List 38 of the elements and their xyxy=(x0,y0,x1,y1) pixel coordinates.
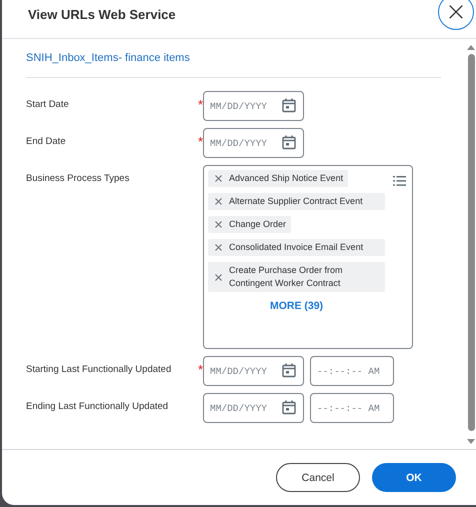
date-field[interactable]: MM/DD/YYYY xyxy=(203,356,304,386)
multiselect-field[interactable]: Advanced Ship Notice Event Alternate Supplier Contract Event Change Order Consolidated Invoice Email Event Create Purchase Order from Contingent Worker Contract MORE (39) xyxy=(203,165,413,349)
field-label: Ending Last Functionally Updated xyxy=(26,401,168,414)
field-label: Business Process Types xyxy=(26,173,130,186)
remove-icon[interactable] xyxy=(215,244,222,251)
required-icon: * xyxy=(198,135,203,158)
close-button[interactable]: × xyxy=(438,0,474,30)
ok-button[interactable]: OK xyxy=(372,463,456,492)
field-label: Starting Last Functionally Updated xyxy=(26,364,172,377)
chip-label: Alternate Supplier Contract Event xyxy=(229,195,363,208)
field-label: Start Date xyxy=(26,99,69,112)
calendar-icon[interactable] xyxy=(282,400,296,415)
remove-icon[interactable] xyxy=(215,198,222,205)
calendar-icon[interactable] xyxy=(282,135,296,150)
date-field[interactable]: MM/DD/YYYY xyxy=(203,128,304,158)
scroll-down-icon[interactable] xyxy=(466,439,476,445)
date-field[interactable]: MM/DD/YYYY xyxy=(203,393,304,423)
scroll-up-icon[interactable] xyxy=(466,44,476,50)
calendar-icon[interactable] xyxy=(282,363,296,378)
chip-label: Advanced Ship Notice Event xyxy=(229,172,344,185)
time-field[interactable]: --:--:-- AM xyxy=(310,356,394,386)
date-field[interactable]: MM/DD/YYYY xyxy=(203,91,304,121)
service-link[interactable]: SNIH_Inbox_Items- finance items xyxy=(26,52,466,64)
cancel-button[interactable]: Cancel xyxy=(276,463,360,492)
required-icon: * xyxy=(198,363,203,386)
time-field[interactable]: --:--:-- AM xyxy=(310,393,394,423)
remove-icon[interactable] xyxy=(215,274,222,280)
chip-label: Create Purchase Order from Contingent Worker Contract xyxy=(229,264,344,290)
remove-icon[interactable] xyxy=(215,175,222,182)
chip-label: Change Order xyxy=(229,218,286,231)
remove-icon[interactable] xyxy=(215,221,222,228)
list-icon[interactable] xyxy=(393,176,406,186)
more-link[interactable]: MORE (39) xyxy=(270,300,324,312)
calendar-icon[interactable] xyxy=(282,98,296,113)
dialog-title: View URLs Web Service xyxy=(28,6,177,22)
field-label: End Date xyxy=(26,136,66,149)
required-icon: * xyxy=(198,98,203,121)
chip-label: Consolidated Invoice Email Event xyxy=(229,241,364,254)
